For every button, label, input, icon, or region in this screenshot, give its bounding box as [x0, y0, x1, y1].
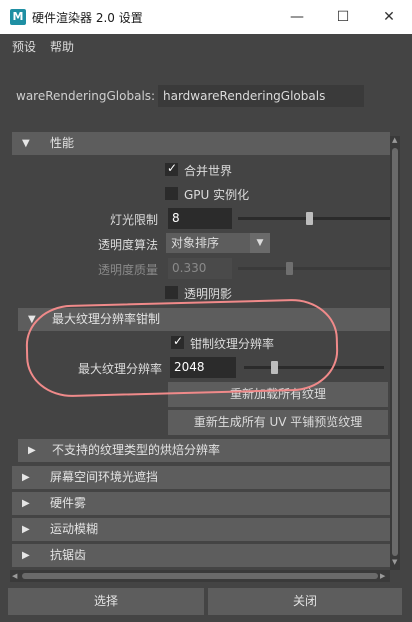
- vertical-scrollbar[interactable]: ▲ ▼: [390, 136, 400, 570]
- maya-app-icon: M: [10, 9, 26, 25]
- light-limit-slider-track[interactable]: [238, 217, 390, 220]
- clamp-texture-checkbox[interactable]: [171, 334, 184, 349]
- max-resolution-slider-track[interactable]: [244, 366, 384, 369]
- transparent-shadows-checkbox[interactable]: [165, 286, 178, 299]
- merge-world-label: 合并世界: [184, 164, 233, 178]
- vertical-scroll-thumb[interactable]: [392, 148, 398, 556]
- transparent-shadows-label: 透明阴影: [184, 287, 233, 301]
- close-button[interactable]: 关闭: [208, 588, 402, 615]
- max-resolution-label: 最大纹理分辨率: [77, 362, 162, 376]
- transparency-quality-field[interactable]: 0.330: [168, 258, 232, 279]
- gpu-instancing-label: GPU 实例化: [184, 188, 250, 202]
- section-hardware-fog-header[interactable]: ▶ 硬件雾: [12, 492, 390, 515]
- regenerate-uv-tile-previews-button[interactable]: 重新生成所有 UV 平铺预览纹理: [168, 410, 388, 435]
- collapsed-arrow-icon: ▶: [22, 550, 30, 561]
- transparency-algorithm-dropdown[interactable]: 对象排序 ▼: [166, 233, 270, 253]
- section-label: 性能: [50, 136, 75, 150]
- maximize-button[interactable]: ☐: [320, 0, 366, 34]
- section-label: 硬件雾: [50, 496, 87, 510]
- section-label: 不支持的纹理类型的烘焙分辨率: [52, 443, 221, 457]
- gpu-instancing-checkbox[interactable]: [165, 187, 178, 200]
- window-title: 硬件渲染器 2.0 设置: [32, 11, 143, 25]
- section-label: 屏幕空间环境光遮挡: [50, 470, 159, 484]
- section-ssao-header[interactable]: ▶ 屏幕空间环境光遮挡: [12, 466, 390, 489]
- transparency-quality-slider-track[interactable]: [238, 267, 390, 270]
- section-anti-aliasing-header[interactable]: ▶ 抗锯齿: [12, 544, 390, 567]
- section-bake-resolution-header[interactable]: ▶ 不支持的纹理类型的烘焙分辨率: [18, 439, 390, 462]
- attribute-scroll-area: ▼ 性能 合并世界 GPU 实例化 灯光限制 8 透明度算法 对象排序 ▼ 透明…: [8, 128, 402, 584]
- collapsed-arrow-icon: ▶: [22, 524, 30, 535]
- chevron-down-icon: ▼: [250, 233, 270, 253]
- horizontal-scroll-thumb[interactable]: [22, 573, 378, 579]
- scroll-down-icon[interactable]: ▼: [392, 558, 397, 566]
- section-label: 最大纹理分辨率钳制: [52, 312, 161, 326]
- menu-help[interactable]: 帮助: [50, 38, 74, 55]
- section-motion-blur-header[interactable]: ▶ 运动模糊: [12, 518, 390, 541]
- section-performance-header[interactable]: ▼ 性能: [12, 132, 390, 155]
- light-limit-label: 灯光限制: [109, 213, 158, 227]
- transparency-quality-slider-handle[interactable]: [285, 262, 293, 275]
- horizontal-scrollbar[interactable]: ◀ ▶: [10, 570, 390, 582]
- section-label: 抗锯齿: [50, 548, 87, 562]
- expanded-arrow-icon: ▼: [28, 314, 36, 325]
- title-bar: M 硬件渲染器 2.0 设置 — ☐ ✕: [0, 0, 412, 34]
- transparency-quality-label: 透明度质量: [97, 263, 158, 277]
- menu-presets[interactable]: 预设: [12, 38, 36, 55]
- section-texture-clamp-header[interactable]: ▼ 最大纹理分辨率钳制: [18, 308, 390, 331]
- expanded-arrow-icon: ▼: [22, 138, 30, 149]
- section-label: 运动模糊: [50, 522, 99, 536]
- max-resolution-field[interactable]: 2048: [170, 357, 236, 378]
- clamp-texture-label: 钳制纹理分辨率: [190, 337, 275, 351]
- minimize-button[interactable]: —: [274, 0, 320, 34]
- scroll-right-icon[interactable]: ▶: [380, 572, 385, 580]
- scroll-left-icon[interactable]: ◀: [12, 572, 17, 580]
- menu-bar: 预设 帮助: [0, 34, 412, 58]
- node-name-label: wareRenderingGlobals:: [16, 89, 156, 103]
- select-button[interactable]: 选择: [8, 588, 204, 615]
- merge-world-checkbox[interactable]: [165, 161, 178, 176]
- node-name-row: wareRenderingGlobals: hardwareRenderingG…: [0, 84, 412, 108]
- light-limit-field[interactable]: 8: [168, 208, 232, 229]
- reload-textures-button[interactable]: 重新加载所有纹理: [168, 382, 388, 407]
- transparency-algorithm-value: 对象排序: [171, 236, 220, 250]
- scroll-up-icon[interactable]: ▲: [392, 136, 397, 144]
- collapsed-arrow-icon: ▶: [28, 445, 36, 456]
- transparency-algorithm-label: 透明度算法: [97, 238, 158, 252]
- close-window-button[interactable]: ✕: [366, 0, 412, 34]
- collapsed-arrow-icon: ▶: [22, 498, 30, 509]
- node-name-field[interactable]: hardwareRenderingGlobals: [158, 85, 364, 107]
- max-resolution-slider-handle[interactable]: [270, 361, 278, 374]
- light-limit-slider-handle[interactable]: [306, 212, 314, 225]
- collapsed-arrow-icon: ▶: [22, 472, 30, 483]
